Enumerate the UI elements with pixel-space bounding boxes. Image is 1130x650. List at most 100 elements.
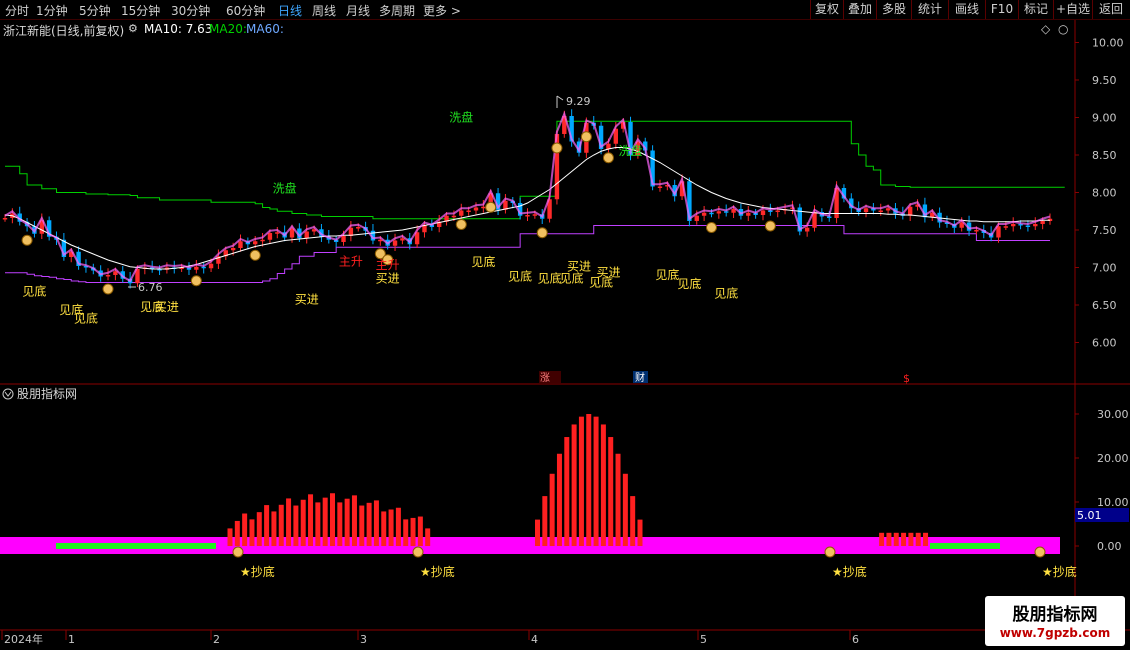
signal-annotation: 买进 (567, 260, 591, 274)
indicator-bar (615, 453, 621, 546)
candle-body (746, 212, 751, 216)
indicator-bar (271, 511, 277, 546)
money-bag-icon (21, 234, 33, 246)
event-marker-finance[interactable]: 财 (633, 371, 648, 384)
candle-body (392, 240, 398, 246)
candle-body (267, 233, 273, 240)
current-value-label: 5.01 (1077, 509, 1102, 522)
candle-body (878, 210, 883, 212)
candle-body (459, 210, 464, 216)
money-bag-icon (551, 142, 563, 154)
indicator-bar (256, 512, 262, 546)
candle-body (260, 239, 265, 242)
collapse-icon[interactable] (2, 388, 14, 400)
indicator-bar (330, 493, 335, 546)
signal-annotation: 买进 (295, 293, 319, 307)
signal-annotation: 见底 (538, 271, 562, 286)
indicator-bar (578, 416, 584, 546)
indicator-tick-label: 0.00 (1097, 540, 1122, 553)
indicator-bar (908, 532, 914, 546)
indicator-bar (322, 497, 328, 546)
candle-body (1040, 221, 1045, 224)
indicator-bar (417, 516, 423, 546)
indicator-bar (395, 507, 401, 546)
price-tick-label: 8.00 (1092, 187, 1117, 200)
low-price-label: 6.76 (138, 281, 163, 294)
indicator-bar (564, 437, 570, 546)
indicator-bar (893, 532, 899, 546)
candle-body (804, 227, 810, 232)
indicator-bar (366, 502, 372, 546)
indicator-bar (593, 416, 599, 546)
signal-annotation: 见底 (655, 267, 679, 282)
candle-body (532, 214, 538, 216)
candle-body (238, 241, 243, 248)
indicator-bar (622, 473, 628, 546)
candle-body (451, 215, 457, 218)
indicator-bar (344, 498, 350, 546)
time-tick-label: 5 (700, 633, 707, 646)
time-tick-label: 2 (213, 633, 220, 646)
indicator-bar (249, 519, 255, 546)
money-bag-icon (1034, 546, 1046, 558)
candle-body (194, 266, 199, 270)
candle-body (657, 186, 663, 188)
stock-chart: 洗盘洗盘洗盘见底见底见底见底买进买进主升 主升买进见底见底 见底见底买进见底买进 见底… (0, 20, 1130, 646)
bottom-signal-label: ★抄底 (240, 564, 275, 579)
candle-body (341, 236, 346, 242)
indicator-bar (308, 494, 314, 546)
candle-body (105, 275, 111, 277)
indicator-bar (286, 498, 292, 546)
indicator-bar (381, 511, 387, 546)
candle-body (473, 207, 479, 211)
price-tick-label: 7.50 (1092, 224, 1117, 237)
candle-body (775, 210, 780, 212)
candle-body (1025, 225, 1031, 227)
candle-body (1011, 224, 1016, 227)
watermark-url: www.7gpzb.com (999, 626, 1111, 640)
indicator-bar (373, 500, 379, 546)
signal-annotation: 见底 (714, 286, 738, 301)
signal-annotation: 洗盘 (449, 109, 473, 124)
money-bag-icon (412, 546, 424, 558)
indicator-title: 股朋指标网 (17, 386, 77, 401)
money-bag-icon (249, 249, 261, 261)
indicator-tick-label: 20.00 (1097, 452, 1129, 465)
price-tick-label: 10.00 (1092, 37, 1124, 50)
candle-body (863, 208, 869, 212)
indicator-bar (410, 517, 416, 546)
candle-body (230, 248, 236, 251)
dividend-marker[interactable]: $ (903, 372, 910, 385)
indicator-bar (535, 519, 540, 546)
price-tick-label: 6.00 (1092, 337, 1117, 350)
bottom-signal-label: ★抄底 (420, 564, 455, 579)
finance-label: 财 (635, 371, 645, 384)
candle-body (400, 238, 405, 241)
candle-body (701, 212, 707, 216)
time-tick-label: 3 (360, 633, 367, 646)
indicator-bar (571, 424, 577, 546)
indicator-bar (923, 532, 929, 546)
indicator-bar (886, 532, 892, 546)
money-bag-icon (455, 219, 467, 230)
indicator-green-segment (930, 543, 1000, 549)
indicator-bar (608, 437, 614, 546)
candle-body (525, 215, 530, 217)
candle-body (974, 230, 979, 232)
signal-annotation: 见底 (22, 283, 46, 298)
price-tick-label: 6.50 (1092, 299, 1117, 312)
indicator-bar (549, 473, 555, 546)
indicator-bar (388, 509, 394, 546)
signal-annotation: 见底 (508, 268, 532, 283)
candle-body (885, 208, 891, 211)
signal-annotation: 买进 (155, 300, 179, 314)
indicator-green-segment (56, 543, 216, 549)
indicator-tick-label: 10.00 (1097, 496, 1129, 509)
signal-annotation: 见底 (471, 254, 495, 269)
trend-ribbon (4, 110, 1051, 283)
event-marker-limitup[interactable]: 涨 (539, 371, 561, 384)
signal-annotation: 见底 (677, 276, 701, 291)
indicator-bar (542, 496, 548, 546)
high-price-label: 9.29 (566, 95, 591, 108)
indicator-bar (337, 502, 343, 546)
